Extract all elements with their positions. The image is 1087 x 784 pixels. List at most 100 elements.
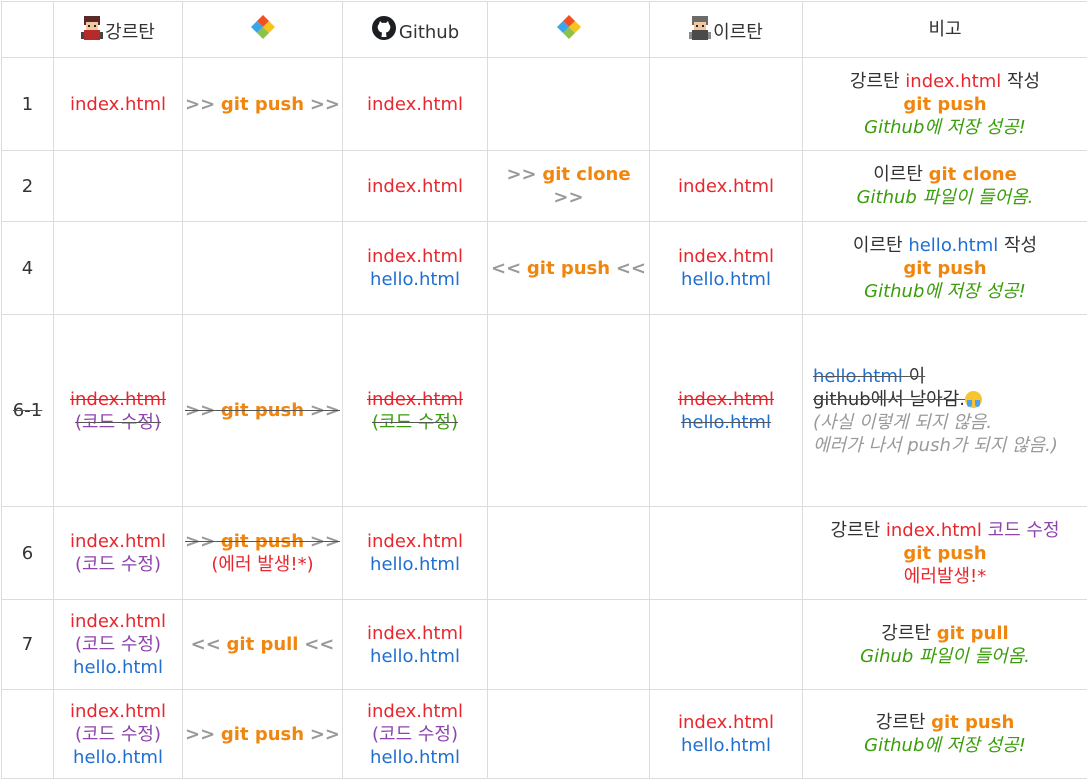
file-name: hello.html [652, 734, 800, 757]
note-italic: 에러가 나서 push가 되지 않음.) [813, 434, 1085, 457]
git-action-cell: >> git push >> [183, 690, 343, 779]
edit-label: (코드 수정) [56, 411, 180, 434]
git-action-cell [488, 315, 650, 507]
note-error: 에러발생!* [805, 565, 1085, 588]
table-row: 2 index.html >> git clone >> index.html … [2, 151, 1087, 222]
note-person: 강르탄 [881, 623, 931, 644]
arrow-left: << [491, 258, 521, 279]
file-name: index.html [345, 245, 485, 268]
user1-cell [54, 151, 183, 222]
note-person: 이르탄 [853, 235, 903, 256]
user2-cell [650, 58, 803, 151]
file-name: index.html [367, 176, 463, 197]
arrow-left: >> [185, 94, 215, 115]
file-name: hello.html [345, 746, 485, 769]
note-cell: 이르탄 git clone Github 파일이 들어옴. [803, 151, 1087, 222]
arrow-right: >> [310, 400, 340, 421]
header-row: 강르탄 Github [2, 2, 1087, 58]
note-file: hello.html [908, 235, 998, 256]
file-name: index.html [652, 245, 800, 268]
git-workflow-table: 강르탄 Github [1, 1, 1087, 779]
git-action-cell [488, 690, 650, 779]
note-file: hello.html [813, 366, 903, 387]
user1-cell: index.html (코드 수정) hello.html [54, 690, 183, 779]
header-index-cell [2, 2, 54, 58]
table-row: 1 index.html >> git push >> index.html 강… [2, 58, 1087, 151]
header-user1-cell: 강르탄 [54, 2, 183, 58]
note-result: Github에 저장 성공! [805, 116, 1085, 139]
file-name: index.html [56, 530, 180, 553]
note-result: Github에 저장 성공! [805, 280, 1085, 303]
git-command: git push [221, 94, 304, 115]
row-index: 1 [2, 58, 54, 151]
file-name: index.html [345, 530, 485, 553]
github-cell: index.html hello.html [343, 507, 488, 600]
character-icon [81, 15, 103, 41]
header-user2-cell: 이르탄 [650, 2, 803, 58]
github-logo-icon [371, 15, 397, 41]
edit-label: (코드 수정) [345, 411, 485, 434]
file-name: index.html [56, 610, 180, 633]
file-name: index.html [345, 700, 485, 723]
note-result: Github에 저장 성공! [805, 734, 1085, 757]
table-row: 6 index.html (코드 수정) >> git push >> (에러 … [2, 507, 1087, 600]
git-logo-icon [249, 13, 277, 41]
user1-cell: index.html [54, 58, 183, 151]
arrow-right: << [616, 258, 646, 279]
note-result: Gihub 파일이 들어옴. [805, 645, 1085, 668]
note-cell: 강르탄 git push Github에 저장 성공! [803, 690, 1087, 779]
table-row: index.html (코드 수정) hello.html >> git pus… [2, 690, 1087, 779]
row-index: 7 [2, 600, 54, 690]
note-cell: 이르탄 hello.html 작성 git push Github에 저장 성공… [803, 222, 1087, 315]
note-action: 작성 [1004, 235, 1037, 256]
header-github-cell: Github [343, 2, 488, 58]
row-index: 2 [2, 151, 54, 222]
file-name: hello.html [345, 645, 485, 668]
note-person: 강르탄 [850, 71, 900, 92]
git-command: git push [221, 400, 304, 421]
note-text: github에서 날아감. [813, 389, 965, 410]
github-cell: index.html (코드 수정) hello.html [343, 690, 488, 779]
header-note-cell: 비고 [803, 2, 1087, 58]
header-git-cell-2 [488, 2, 650, 58]
arrow-left: >> [506, 164, 536, 185]
note-command: git push [805, 542, 1085, 565]
git-action-cell: >> git clone >> [488, 151, 650, 222]
edit-label: (코드 수정) [56, 553, 180, 576]
note-person: 강르탄 [830, 520, 880, 541]
file-name: hello.html [56, 746, 180, 769]
git-action-cell: << git push << [488, 222, 650, 315]
user2-cell [650, 507, 803, 600]
git-action-cell: >> git push >> [183, 315, 343, 507]
github-cell: index.html [343, 58, 488, 151]
error-label: (에러 발생!*) [185, 553, 340, 576]
note-action: 작성 [1007, 71, 1040, 92]
note-cell: 강르탄 git pull Gihub 파일이 들어옴. [803, 600, 1087, 690]
file-name: index.html [56, 700, 180, 723]
note-person: 이르탄 [873, 164, 923, 185]
user2-cell: index.html hello.html [650, 222, 803, 315]
table-row: 4 index.html hello.html << git push << i… [2, 222, 1087, 315]
file-name: hello.html [652, 411, 800, 434]
user2-cell [650, 600, 803, 690]
file-name: hello.html [652, 268, 800, 291]
row-index: 6-1 [2, 315, 54, 507]
arrow-left: >> [185, 531, 215, 552]
arrow-left: >> [185, 724, 215, 745]
file-name: index.html [70, 94, 166, 115]
git-command: git push [221, 724, 304, 745]
file-name: index.html [345, 622, 485, 645]
git-command: git push [527, 258, 610, 279]
arrow-right: >> [310, 94, 340, 115]
user2-cell: index.html hello.html [650, 315, 803, 507]
header-user2-name: 이르탄 [713, 22, 763, 43]
git-action-cell [183, 222, 343, 315]
file-name: index.html [367, 94, 463, 115]
note-italic: (사실 이렇게 되지 않음. [813, 411, 1085, 434]
git-action-cell: >> git push >> (에러 발생!*) [183, 507, 343, 600]
github-cell: index.html [343, 151, 488, 222]
file-name: hello.html [345, 268, 485, 291]
git-command: git clone [542, 164, 630, 185]
user2-cell: index.html hello.html [650, 690, 803, 779]
file-name: index.html [652, 388, 800, 411]
